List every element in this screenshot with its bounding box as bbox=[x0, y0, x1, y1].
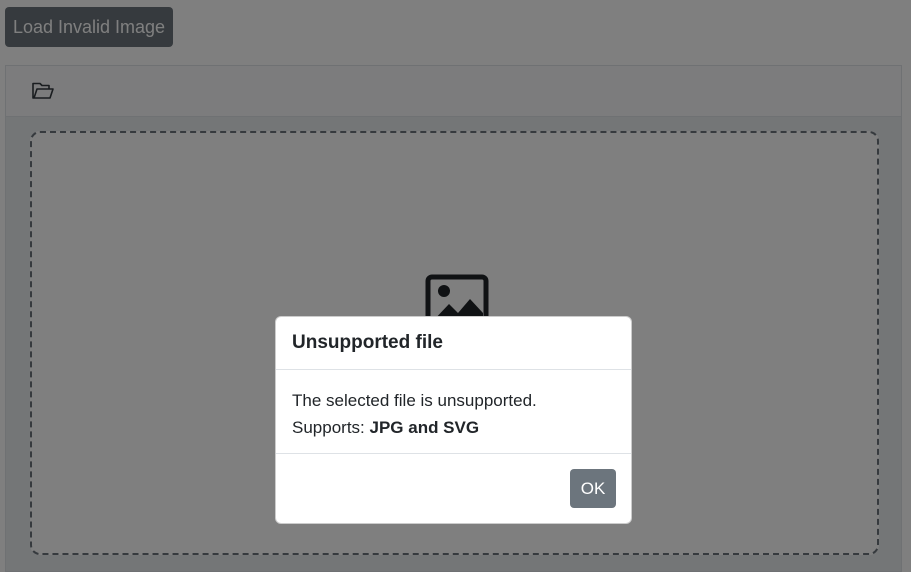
ok-button[interactable]: OK bbox=[570, 469, 616, 508]
dialog-supports-line: Supports: JPG and SVG bbox=[292, 414, 615, 441]
dialog-title: Unsupported file bbox=[292, 332, 443, 353]
supports-prefix: Supports: bbox=[292, 418, 370, 437]
unsupported-file-dialog: Unsupported file The selected file is un… bbox=[275, 316, 632, 524]
supports-formats: JPG and SVG bbox=[369, 418, 480, 437]
dialog-message: The selected file is unsupported. bbox=[292, 391, 537, 410]
dialog-header: Unsupported file bbox=[276, 317, 631, 370]
dialog-footer: OK bbox=[276, 454, 631, 523]
dialog-body: The selected file is unsupported. Suppor… bbox=[276, 370, 631, 454]
